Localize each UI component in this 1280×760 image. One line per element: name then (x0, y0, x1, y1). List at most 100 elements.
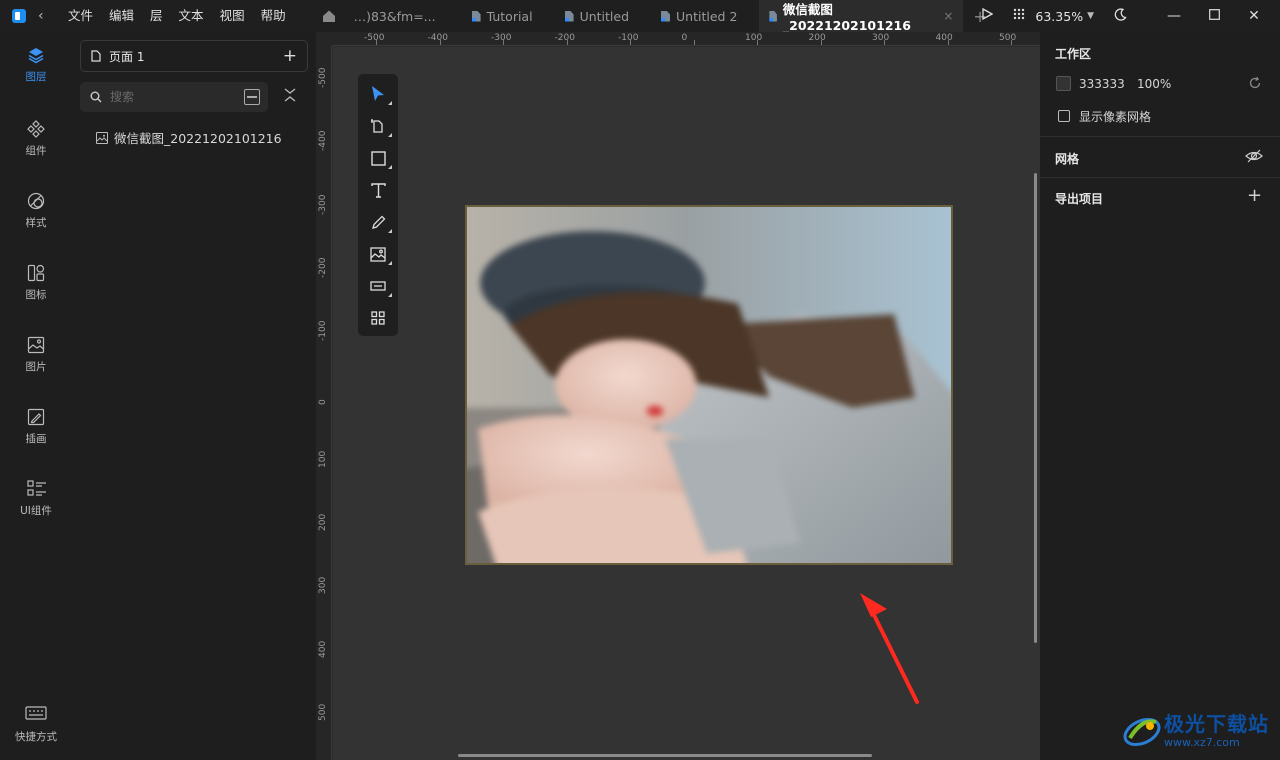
vertical-scrollbar[interactable] (1034, 173, 1037, 643)
chevron-down-icon: ▼ (1087, 11, 1094, 21)
add-page-icon[interactable]: + (283, 46, 297, 66)
layer-item[interactable]: 微信截图_20221202101216 (96, 128, 282, 147)
back-arrow-icon[interactable]: ‹ (38, 8, 50, 24)
pen-tool-icon[interactable] (358, 206, 398, 238)
icons-icon (27, 264, 45, 282)
menu-bar: 文件 编辑 层 文本 视图 帮助 (60, 0, 294, 32)
ruler-tick (757, 40, 758, 45)
ruler-tick (947, 40, 949, 45)
zoom-dropdown[interactable]: 63.35% ▼ (1035, 9, 1094, 24)
page-tool-icon[interactable] (358, 110, 398, 142)
rail-label: 图层 (25, 71, 47, 83)
canvas-area: -500 -400 -300 -200 -100 0 100 200 300 400 500 -50… (316, 32, 1040, 760)
close-icon[interactable]: ✕ (1234, 8, 1274, 24)
tab-doc-1[interactable]: …)83&fm=... (344, 0, 446, 32)
background-opacity-value[interactable]: 100% (1137, 77, 1171, 91)
ui-kit-icon (27, 480, 46, 498)
ruler-tick-label: 200 (318, 513, 328, 532)
rail-styles[interactable]: 样式 (0, 192, 72, 230)
rail-pictures[interactable]: 图片 (0, 336, 72, 374)
text-tool-icon[interactable] (358, 174, 398, 206)
ruler-tick (566, 40, 568, 45)
tool-palette (358, 74, 398, 336)
grid-title: 网格 (1055, 152, 1080, 166)
rail-layers[interactable]: 图层 (0, 46, 72, 84)
ruler-tick-label: -500 (364, 33, 385, 43)
rectangle-tool-icon[interactable] (358, 142, 398, 174)
tab-untitled-2[interactable]: Untitled 2 (651, 0, 747, 32)
add-export-icon[interactable]: + (1247, 185, 1262, 206)
site-watermark: 极光下载站 www.xz7.com (1120, 700, 1280, 760)
ruler-tick-label: -300 (491, 33, 512, 43)
tab-tutorial[interactable]: Tutorial (462, 0, 543, 32)
menu-view[interactable]: 视图 (212, 0, 253, 32)
layers-panel: 页面 1 + 微信截图_20221202101216 (72, 32, 316, 760)
left-rail: 图层 组件 样式 图标 图片 插画 UI组件 快捷方式 (0, 32, 72, 760)
pixel-grid-label: 显示像素网格 (1079, 110, 1152, 124)
pixel-grid-checkbox[interactable] (1058, 110, 1070, 122)
eye-hidden-icon[interactable] (1245, 149, 1263, 166)
app-logo-icon[interactable] (12, 9, 26, 23)
ruler-tick (503, 40, 504, 45)
divider (1040, 177, 1280, 178)
watermark-logo-icon (1123, 717, 1161, 747)
ruler-tick-label: -100 (318, 320, 328, 342)
tab-label: Untitled (579, 8, 630, 24)
background-color-swatch[interactable] (1056, 76, 1071, 91)
maximize-icon[interactable] (1194, 8, 1234, 24)
canvas-image[interactable] (465, 205, 953, 565)
rail-shortcuts[interactable]: 快捷方式 (0, 706, 72, 744)
picture-icon (27, 336, 45, 354)
page-icon (91, 50, 101, 62)
ruler-tick-label: 500 (999, 33, 1017, 43)
reset-icon[interactable] (1248, 76, 1262, 93)
rail-illustrations[interactable]: 插画 (0, 408, 72, 446)
minimize-icon[interactable]: — (1154, 8, 1194, 24)
watermark-url: www.xz7.com (1164, 736, 1240, 749)
menu-help[interactable]: 帮助 (253, 0, 294, 32)
ruler-tick-label: -500 (318, 67, 328, 88)
search-input[interactable] (110, 90, 230, 104)
scan-icon[interactable] (244, 89, 260, 105)
home-icon[interactable] (322, 9, 338, 23)
moon-icon[interactable] (1104, 7, 1136, 25)
ruler-tick-label: -200 (554, 33, 575, 43)
tab-untitled[interactable]: Untitled (555, 0, 639, 32)
rail-icons[interactable]: 图标 (0, 264, 72, 302)
horizontal-scrollbar[interactable] (458, 754, 872, 757)
ruler-tick (630, 40, 631, 45)
ruler-tick-label: 0 (681, 33, 688, 43)
rail-ui-kit[interactable]: UI组件 (0, 480, 72, 518)
divider (1040, 136, 1280, 137)
workspace-title: 工作区 (1055, 47, 1092, 61)
rail-label: 组件 (25, 145, 47, 157)
ruler-tick-label: -400 (318, 130, 328, 152)
grid-tool-icon[interactable] (358, 302, 398, 334)
tab-active-screenshot[interactable]: 微信截图_20221202101216 × (759, 0, 964, 33)
image-tool-icon[interactable] (358, 238, 398, 270)
collapse-all-icon[interactable] (283, 88, 297, 103)
page-label: 页面 1 (109, 49, 145, 64)
title-bar: ‹ 文件 编辑 层 文本 视图 帮助 …)83&fm=... Tutorial … (0, 0, 1280, 33)
menu-layer[interactable]: 层 (142, 0, 171, 32)
menu-edit[interactable]: 编辑 (101, 0, 142, 32)
page-selector[interactable]: 页面 1 + (80, 40, 308, 72)
ruler-tick-label: 400 (318, 640, 328, 658)
menu-file[interactable]: 文件 (60, 0, 101, 32)
background-color-value[interactable]: 333333 (1079, 77, 1125, 91)
grid-dots-icon[interactable] (1003, 8, 1035, 24)
rail-components[interactable]: 组件 (0, 120, 72, 158)
photo-content (467, 207, 951, 563)
rail-label: 图片 (25, 361, 47, 373)
keyboard-icon (25, 706, 47, 724)
select-tool-icon[interactable] (358, 78, 398, 110)
ruler-tick-label: 400 (935, 33, 953, 43)
tab-label: …)83&fm=... (353, 8, 436, 24)
tab-close-icon[interactable]: × (943, 9, 953, 23)
menu-text[interactable]: 文本 (171, 0, 212, 32)
ruler-tick-label: 500 (318, 703, 328, 721)
artboard-canvas[interactable] (333, 47, 1040, 760)
ruler-tick-label: 300 (318, 577, 328, 595)
play-icon[interactable] (971, 7, 1003, 24)
component-tool-icon[interactable] (358, 270, 398, 302)
